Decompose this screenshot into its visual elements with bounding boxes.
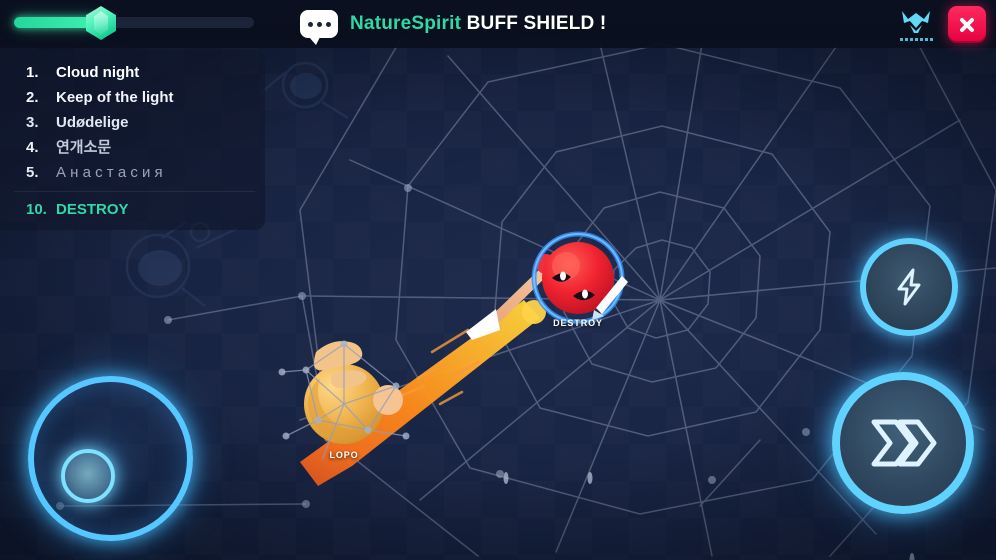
joystick-ring[interactable] [28,376,193,541]
double-chevron-right-icon [871,419,937,467]
close-button[interactable] [948,6,986,43]
leaderboard-panel: 1. Cloud night 2. Keep of the light 3. U… [0,50,265,230]
leaderboard-separator [14,191,255,192]
lightning-bolt-icon [897,268,921,306]
rank-number: 10. [26,201,47,218]
rank-number: 4. [26,139,39,156]
list-item: 3. Udødelige [0,110,265,135]
close-icon [960,17,974,32]
list-item: 1. Cloud night [0,60,265,85]
brand-emblem-icon[interactable] [894,4,938,44]
brand-emblem-glyph [902,10,930,33]
boost-button[interactable] [860,238,958,336]
player-name: Keep of the light [56,89,174,106]
player-name: А н а с т а с и я [56,164,163,181]
progress-bar[interactable] [14,6,254,40]
attack-button[interactable] [832,372,974,514]
announcement-banner: NatureSpirit BUFF SHIELD ! [300,0,606,48]
player-name: Udødelige [56,114,129,131]
enemy-label: DESTROY [553,318,603,328]
list-item-self: 10. DESTROY [0,197,265,222]
rank-number: 2. [26,89,39,106]
player-name: 연개소문 [56,139,112,156]
rank-number: 5. [26,164,39,181]
announcement-message: BUFF SHIELD ! [466,13,607,34]
announcement-player-name: NatureSpirit [350,13,462,34]
movement-joystick[interactable] [28,376,193,541]
chat-bubble-icon [300,10,338,45]
progress-fill [14,17,98,28]
joystick-knob[interactable] [61,449,115,503]
list-item: 4. 연개소문 [0,135,265,160]
rank-number: 1. [26,64,39,81]
top-bar: NatureSpirit BUFF SHIELD ! [0,0,996,48]
player-name: DESTROY [56,201,129,218]
list-item: 5. А н а с т а с и я [0,160,265,185]
brand-bars [899,37,933,41]
player-name: Cloud night [56,64,140,81]
rank-number: 3. [26,114,39,131]
game-stage: DESTROY LOPO 1. Cloud night 2. Keep of t… [0,0,996,560]
announcement-text: NatureSpirit BUFF SHIELD ! [350,13,606,35]
player-label: LOPO [329,450,359,460]
list-item: 2. Keep of the light [0,85,265,110]
